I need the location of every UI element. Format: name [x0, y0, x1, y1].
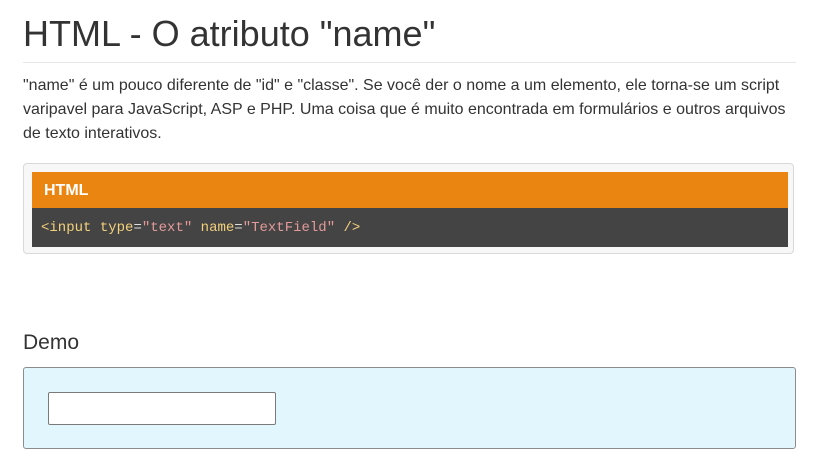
code-language-label: HTML: [44, 182, 89, 199]
code-token-value-text: "text": [141, 220, 193, 236]
code-token-value-textfield: "TextField": [242, 220, 336, 236]
code-token-tag-open: <input: [41, 220, 92, 236]
intro-paragraph: "name" é um pouco diferente de "id" e "c…: [23, 77, 786, 142]
demo-panel: [23, 367, 796, 449]
demo-text-input[interactable]: [48, 392, 276, 425]
code-token-equals: =: [133, 220, 142, 236]
code-example-card: HTML <input type="text" name="TextField"…: [23, 163, 794, 254]
code-token-attr-name: name: [200, 220, 235, 236]
code-token-equals: =: [234, 220, 243, 236]
code-example-body: <input type="text" name="TextField" />: [32, 208, 788, 247]
page-title: HTML - O atributo "name": [23, 13, 436, 54]
title-divider: [23, 62, 796, 63]
code-line: <input type="text" name="TextField" />: [41, 219, 360, 237]
code-token-attr-type: type: [99, 220, 134, 236]
demo-heading: Demo: [23, 331, 80, 354]
code-example-header: HTML: [32, 172, 788, 208]
code-token-tag-close: />: [343, 220, 361, 236]
